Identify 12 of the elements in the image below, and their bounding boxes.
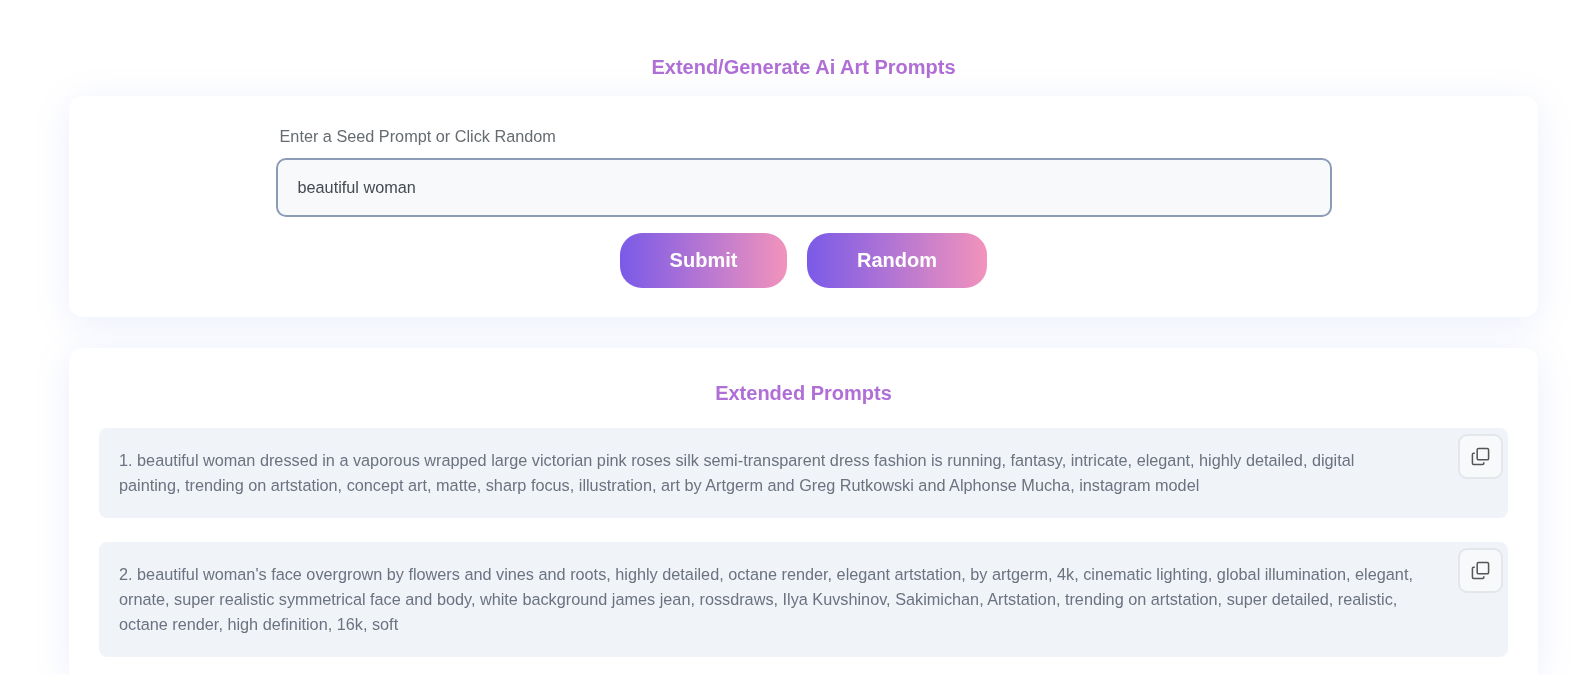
copy-icon (1471, 561, 1490, 580)
page-title: Extend/Generate Ai Art Prompts (650, 56, 957, 79)
seed-prompt-input[interactable]: beautiful woman (275, 158, 1332, 217)
random-button[interactable]: Random (807, 233, 987, 288)
copy-button[interactable] (1458, 548, 1503, 593)
prompt-text: 2. beautiful woman's face overgrown by flowers and vines and roots, highly detailed, octane render, elegant artstation, by artgerm, 4k, cinematic lighting, global illumination, elegant, ornate, super realistic symmetrical face and body, white background james jean, rossdraws, Ilya Kuvshinov, Sakimichan, Artstation, trending on artstation, super detailed, realistic, octane render, high definition, 16k, soft (119, 564, 1414, 635)
seed-prompt-label: Enter a Seed Prompt or Click Random (279, 126, 556, 146)
copy-icon (1471, 447, 1490, 466)
submit-button[interactable]: Submit (620, 233, 787, 288)
copy-button[interactable] (1458, 434, 1503, 479)
prompt-text: 1. beautiful woman dressed in a vaporous wrapped large victorian pink roses silk semi-transparent dress fashion is running, fantasy, intricate, elegant, highly detailed, digital painting, trending on artstation, concept art, matte, sharp focus, illustration, art by Artgerm and Greg Rutkowski and Alphonse Mucha, instagram model (119, 450, 1356, 496)
results-title: Extended Prompts (714, 382, 893, 405)
